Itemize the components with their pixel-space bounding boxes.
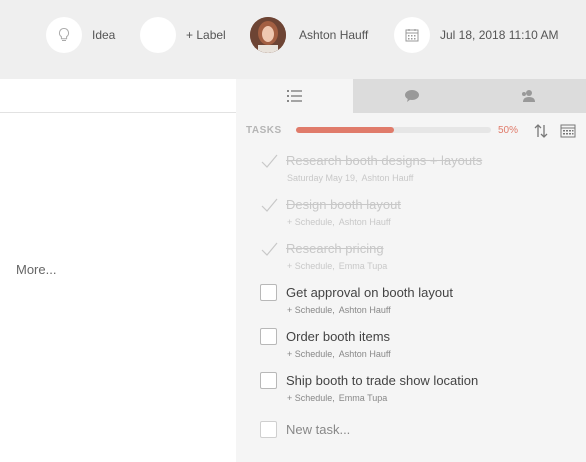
due-date-chip[interactable]: Jul 18, 2018 11:10 AM — [394, 16, 559, 54]
tasks-progress-percent: 50% — [498, 125, 519, 136]
calendar-icon — [394, 17, 430, 53]
task-row[interactable]: Research pricing + Schedule, Emma Tupa — [260, 240, 580, 280]
due-date: Jul 18, 2018 11:10 AM — [440, 28, 559, 42]
side-panel: TASKS 50% Research booth designs + layou… — [236, 79, 586, 462]
task-schedule[interactable]: + Schedule, — [287, 305, 335, 315]
idea-label: Idea — [92, 28, 116, 42]
task-meta: + Schedule, Emma Tupa — [287, 261, 387, 271]
task-title[interactable]: Design booth layout — [286, 197, 401, 212]
list-icon — [286, 90, 302, 102]
task-checkbox[interactable] — [260, 328, 277, 345]
task-title[interactable]: Research booth designs + layouts — [286, 153, 482, 168]
task-meta: Saturday May 19, Ashton Hauff — [287, 173, 413, 183]
task-assignee[interactable]: Ashton Hauff — [339, 305, 391, 315]
task-meta: + Schedule, Ashton Hauff — [287, 217, 391, 227]
task-row[interactable]: Order booth items + Schedule, Ashton Hauff — [260, 328, 580, 368]
tasks-header: TASKS 50% — [246, 123, 578, 139]
tab-comments[interactable] — [353, 79, 470, 113]
description-area[interactable] — [0, 114, 236, 462]
task-meta: + Schedule, Ashton Hauff — [287, 349, 391, 359]
panel-tabs — [236, 79, 586, 113]
tasks-progress-bar — [296, 127, 491, 133]
task-schedule[interactable]: + Schedule, — [287, 393, 335, 403]
task-meta: + Schedule, Emma Tupa — [287, 393, 387, 403]
comment-icon — [404, 90, 419, 102]
assignee-chip[interactable]: Ashton Hauff — [250, 16, 368, 54]
task-meta: + Schedule, Ashton Hauff — [287, 305, 391, 315]
task-schedule[interactable]: Saturday May 19, — [287, 173, 358, 183]
task-row[interactable]: Design booth layout + Schedule, Ashton Hau… — [260, 196, 580, 236]
task-checkbox[interactable] — [260, 372, 277, 389]
add-label-button[interactable]: + Label — [186, 28, 226, 42]
more-link[interactable]: More... — [16, 262, 56, 277]
sort-icon[interactable] — [534, 123, 548, 139]
avatar — [250, 17, 286, 53]
new-task-row[interactable]: New task... — [260, 421, 580, 441]
new-task-input[interactable]: New task... — [286, 422, 350, 437]
schedule-icon[interactable] — [560, 123, 576, 139]
label-circle — [140, 17, 176, 53]
checkmark-icon[interactable] — [260, 240, 278, 258]
task-title[interactable]: Order booth items — [286, 329, 390, 344]
tab-tasks[interactable] — [236, 79, 353, 113]
task-schedule[interactable]: + Schedule, — [287, 217, 335, 227]
task-assignee[interactable]: Ashton Hauff — [339, 217, 391, 227]
task-row[interactable]: Get approval on booth layout + Schedule, A… — [260, 284, 580, 324]
task-assignee[interactable]: Ashton Hauff — [339, 349, 391, 359]
title-input[interactable] — [0, 79, 236, 113]
checkmark-icon[interactable] — [260, 152, 278, 170]
task-title[interactable]: Get approval on booth layout — [286, 285, 453, 300]
task-checkbox[interactable] — [260, 284, 277, 301]
people-icon — [522, 90, 535, 102]
tab-people[interactable] — [470, 79, 586, 113]
lightbulb-icon — [46, 17, 82, 53]
new-task-checkbox — [260, 421, 277, 438]
task-title[interactable]: Ship booth to trade show location — [286, 373, 478, 388]
task-title[interactable]: Research pricing — [286, 241, 384, 256]
task-row[interactable]: Research booth designs + layouts Saturday… — [260, 152, 580, 192]
checkmark-icon[interactable] — [260, 196, 278, 214]
task-assignee[interactable]: Ashton Hauff — [362, 173, 414, 183]
task-schedule[interactable]: + Schedule, — [287, 261, 335, 271]
task-schedule[interactable]: + Schedule, — [287, 349, 335, 359]
task-row[interactable]: Ship booth to trade show location + Sched… — [260, 372, 580, 412]
task-assignee[interactable]: Emma Tupa — [339, 261, 388, 271]
add-label-chip[interactable]: + Label — [140, 16, 226, 54]
tasks-title: TASKS — [246, 125, 282, 136]
idea-chip[interactable]: Idea — [46, 16, 115, 54]
tasks-progress-fill — [296, 127, 394, 133]
assignee-name: Ashton Hauff — [299, 28, 369, 42]
task-assignee[interactable]: Emma Tupa — [339, 393, 388, 403]
top-bar: Idea + Label Ashton Hauff Jul 18, 2018 1… — [0, 0, 586, 79]
